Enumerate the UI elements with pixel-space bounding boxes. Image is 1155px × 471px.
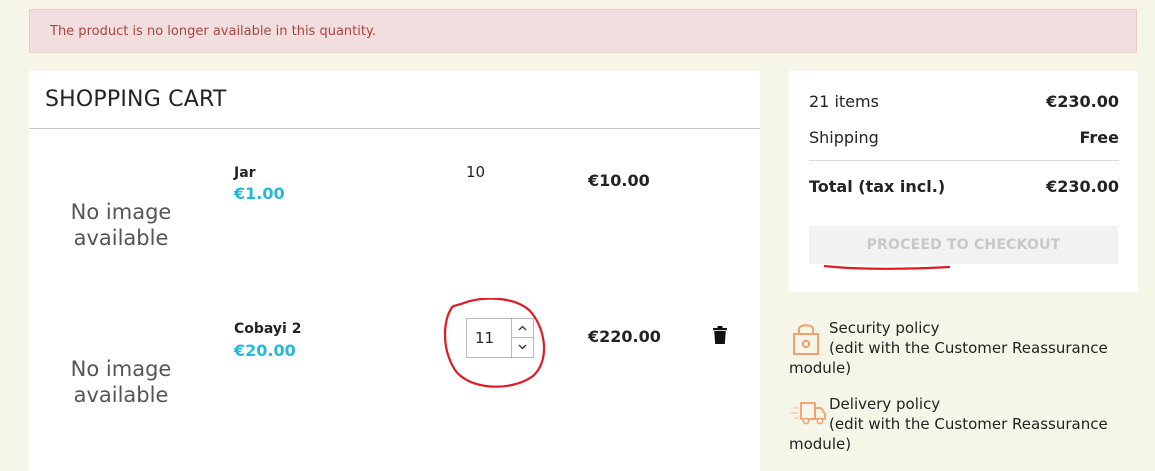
items-subtotal-value: €230.00 <box>1046 92 1119 111</box>
proceed-to-checkout-button[interactable]: PROCEED TO CHECKOUT <box>809 226 1118 264</box>
product-unit-price: €1.00 <box>234 184 285 203</box>
reassurance-security: Security policy (edit with the Customer … <box>789 318 1129 378</box>
reassurance-description: (edit with the Customer Reassurance <box>829 339 1108 357</box>
product-line-total: €220.00 <box>588 327 661 346</box>
trash-icon <box>713 326 727 348</box>
total-label: Total (tax incl.) <box>809 177 946 196</box>
reassurance-description-end: module) <box>789 359 852 377</box>
shipping-value: Free <box>1079 128 1120 147</box>
product-image-placeholder: No image available <box>70 357 172 407</box>
reassurance-title: Security policy <box>829 319 940 337</box>
total-value: €230.00 <box>1046 177 1119 196</box>
decrease-quantity-button[interactable] <box>512 338 533 357</box>
truck-icon <box>791 398 827 433</box>
lock-icon <box>791 320 821 361</box>
product-line-total: €10.00 <box>588 171 650 190</box>
chevron-down-icon <box>518 342 527 353</box>
product-unit-price: €20.00 <box>234 341 296 360</box>
cart-summary-panel: 21 items €230.00 Shipping Free Total (ta… <box>789 71 1138 292</box>
items-count-label: 21 items <box>809 92 879 111</box>
reassurance-description: (edit with the Customer Reassurance <box>829 415 1108 433</box>
remove-item-button[interactable] <box>713 326 727 348</box>
summary-divider <box>809 160 1119 161</box>
error-alert: The product is no longer available in th… <box>29 9 1137 53</box>
chevron-up-icon <box>518 323 527 334</box>
shopping-cart-panel: SHOPPING CART No image available Jar €1.… <box>29 71 760 471</box>
quantity-spinner <box>511 319 533 357</box>
product-quantity: 10 <box>466 163 486 181</box>
reassurance-title: Delivery policy <box>829 395 941 413</box>
product-name-link[interactable]: Cobayi 2 <box>234 321 301 337</box>
increase-quantity-button[interactable] <box>512 319 533 338</box>
quantity-stepper[interactable]: 11 <box>466 318 534 358</box>
product-image-placeholder: No image available <box>70 200 172 250</box>
shipping-label: Shipping <box>809 128 879 147</box>
reassurance-description-end: module) <box>789 435 852 453</box>
quantity-input[interactable]: 11 <box>475 329 494 347</box>
alert-message: The product is no longer available in th… <box>50 24 376 39</box>
product-name-link[interactable]: Jar <box>234 165 256 181</box>
page-title: SHOPPING CART <box>29 71 760 129</box>
reassurance-delivery: Delivery policy (edit with the Customer … <box>789 394 1129 454</box>
